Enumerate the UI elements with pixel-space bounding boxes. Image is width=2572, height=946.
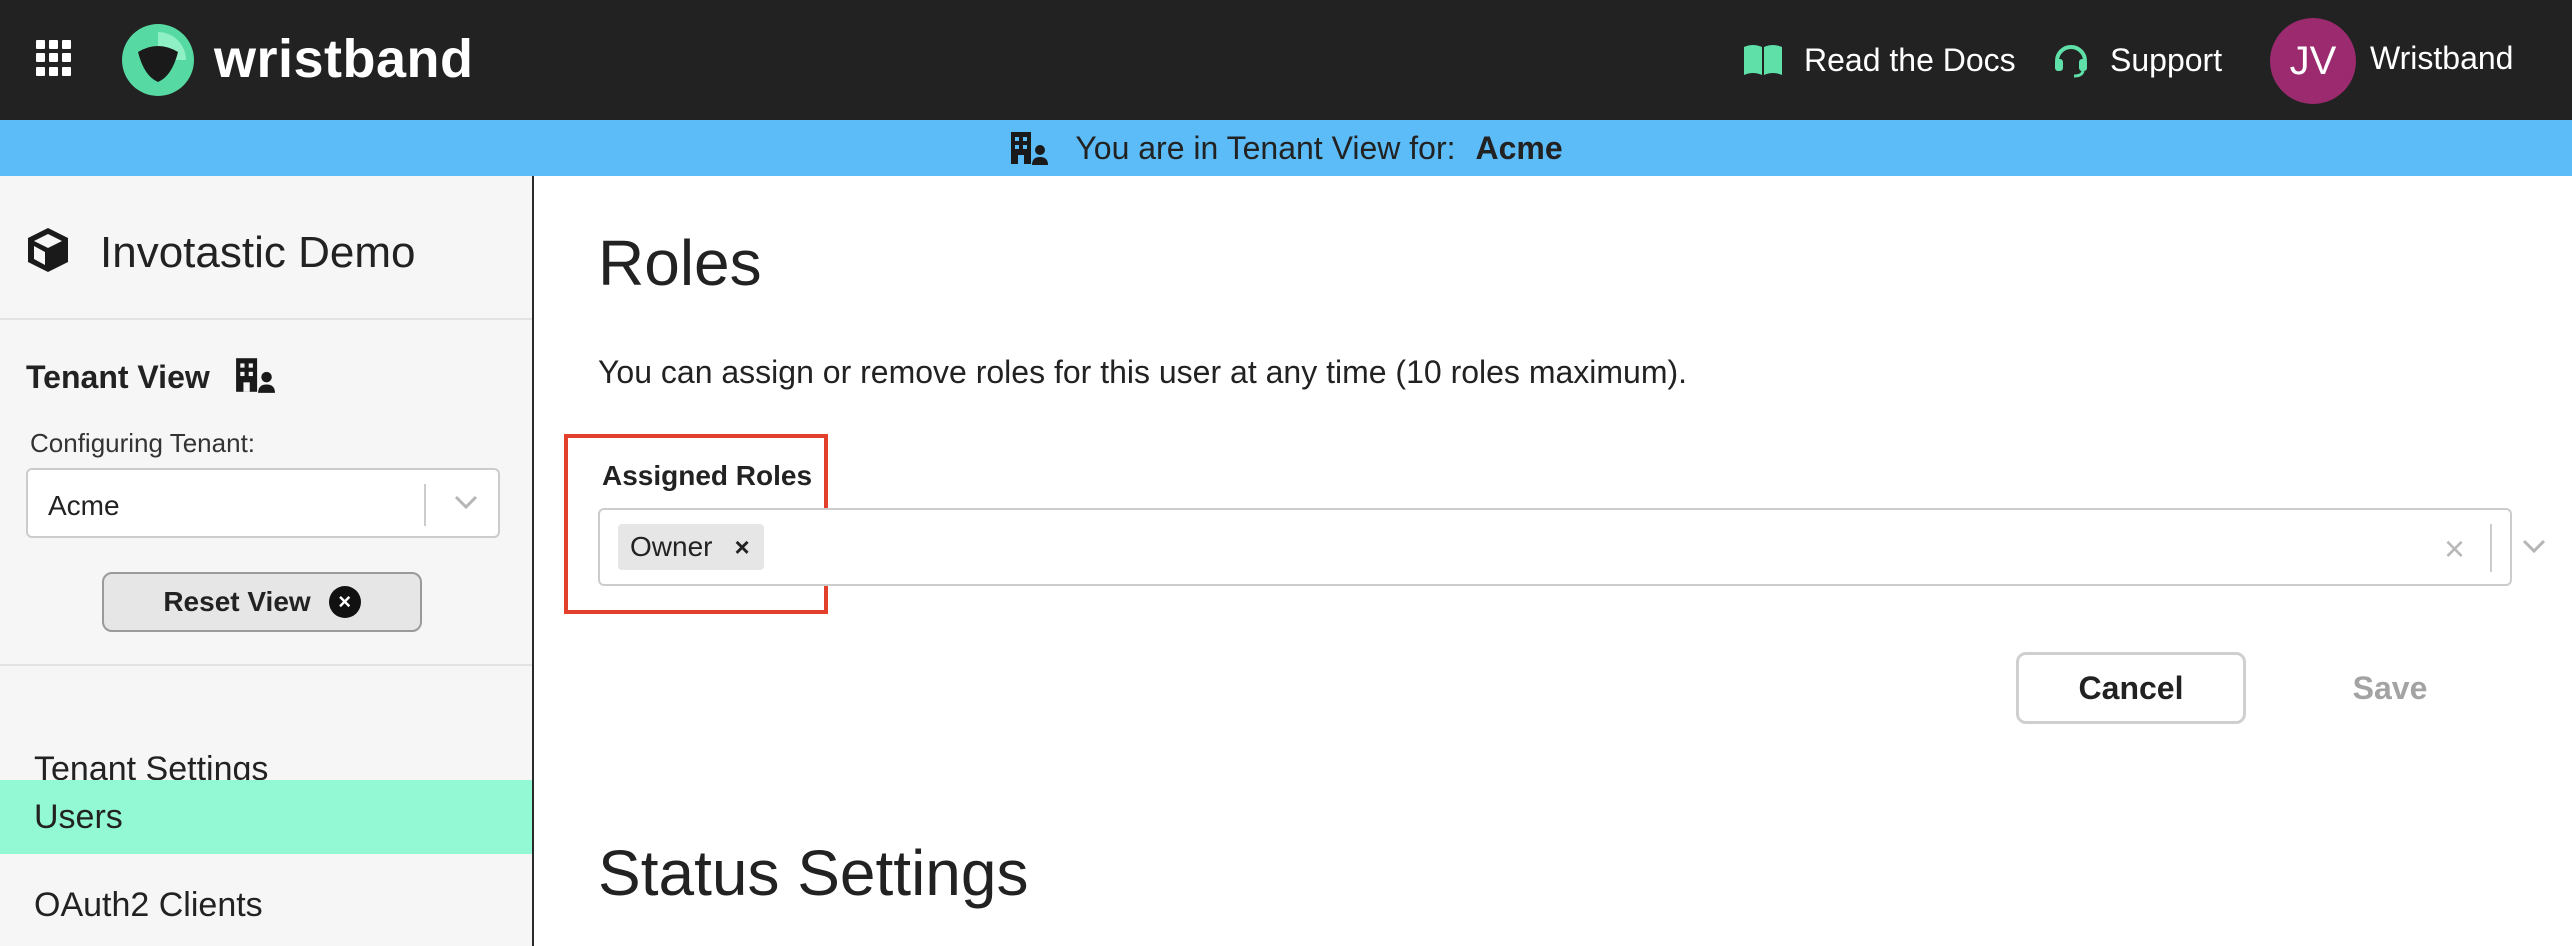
reset-view-button[interactable]: Reset View × — [102, 572, 422, 632]
tenant-view-section-header: Tenant View — [26, 356, 276, 399]
app-switcher-grid-icon[interactable] — [36, 40, 72, 76]
tenant-view-banner-text: You are in Tenant View for: — [1075, 129, 1456, 166]
cancel-button[interactable]: Cancel — [2016, 652, 2246, 724]
application-header: Invotastic Demo — [26, 226, 415, 279]
configuring-tenant-label: Configuring Tenant: — [30, 428, 256, 458]
cube-icon — [26, 226, 70, 279]
chevron-down-icon[interactable] — [452, 492, 480, 517]
sidebar-item-users[interactable]: Users — [0, 780, 532, 854]
role-chip-label: Owner — [630, 531, 713, 562]
main-content: Roles You can assign or remove roles for… — [536, 176, 2572, 946]
sidebar-item-label: Users — [34, 797, 123, 836]
read-the-docs-label: Read the Docs — [1804, 41, 2016, 78]
save-button[interactable]: Save — [2290, 652, 2490, 724]
tenant-select[interactable]: Acme — [26, 468, 500, 538]
sidebar-item-oauth2-clients[interactable]: OAuth2 Clients — [0, 868, 532, 942]
wristband-logo-icon — [122, 24, 194, 96]
top-navigation-bar: wristband Read the Docs Support JV Wrist… — [0, 0, 2572, 120]
sidebar: Invotastic Demo Tenant View Configuring … — [0, 176, 534, 946]
chevron-down-icon[interactable] — [2520, 536, 2548, 561]
building-user-icon — [234, 356, 276, 399]
sidebar-divider — [0, 664, 532, 666]
user-name[interactable]: Wristband — [2370, 40, 2513, 77]
read-the-docs-link[interactable]: Read the Docs — [1742, 40, 2016, 80]
assigned-roles-select[interactable]: Owner × × — [598, 508, 2546, 586]
user-avatar[interactable]: JV — [2270, 18, 2356, 104]
building-user-icon — [1009, 130, 1049, 166]
tenant-view-banner: You are in Tenant View for: Acme — [0, 120, 2572, 176]
reset-view-label: Reset View — [163, 586, 311, 617]
sidebar-divider — [0, 318, 532, 320]
close-circle-icon: × — [328, 586, 361, 618]
tenant-select-value: Acme — [48, 490, 120, 521]
role-chip-owner: Owner × — [618, 524, 764, 570]
clear-all-icon[interactable]: × — [2444, 528, 2465, 570]
assigned-roles-label: Assigned Roles — [602, 460, 813, 491]
remove-role-icon[interactable]: × — [734, 532, 749, 563]
roles-description: You can assign or remove roles for this … — [598, 354, 1688, 390]
select-separator — [424, 484, 426, 526]
tenant-view-title: Tenant View — [26, 359, 210, 395]
status-settings-title: Status Settings — [598, 837, 1029, 909]
select-separator — [2490, 524, 2492, 572]
support-link[interactable]: Support — [2052, 40, 2222, 80]
headset-icon — [2052, 41, 2090, 79]
sidebar-item-label: OAuth2 Clients — [34, 885, 263, 924]
roles-title: Roles — [598, 227, 762, 299]
support-label: Support — [2110, 41, 2223, 78]
tenant-view-banner-tenant: Acme — [1475, 129, 1563, 166]
application-name: Invotastic Demo — [100, 227, 416, 277]
book-icon — [1742, 43, 1784, 77]
brand-name[interactable]: wristband — [214, 28, 474, 90]
